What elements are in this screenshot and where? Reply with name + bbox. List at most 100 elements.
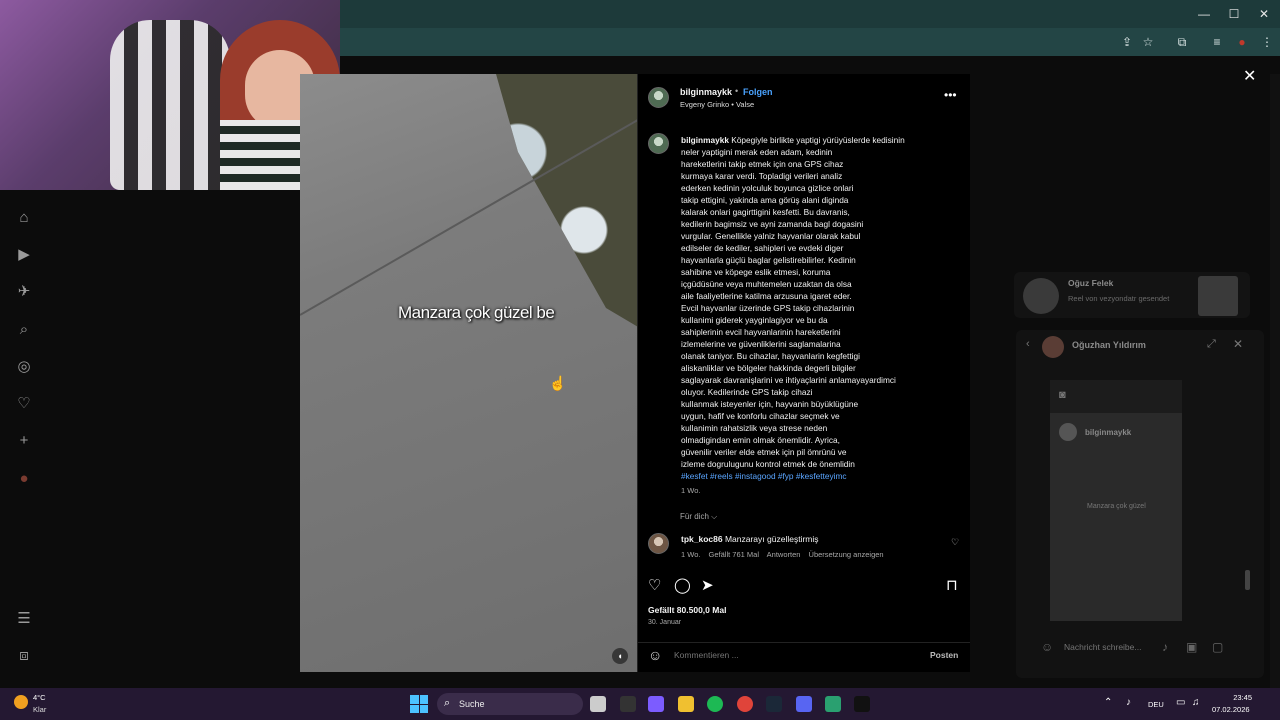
likes-count[interactable]: Gefällt 80.500,0 Mal <box>648 605 726 615</box>
chrome-icon[interactable] <box>737 696 753 712</box>
weather-desc[interactable]: Klar <box>33 705 46 714</box>
mute-icon[interactable]: ◖ <box>612 648 628 664</box>
minimize-button[interactable]: — <box>1196 6 1212 22</box>
weather-temp[interactable]: 4°C <box>33 693 46 702</box>
author-avatar[interactable] <box>648 87 669 108</box>
share-icon[interactable]: ➤ <box>701 576 714 594</box>
comment-reply-button[interactable]: Antworten <box>767 550 801 559</box>
commenter-username[interactable]: tpk_koc86 <box>681 534 723 544</box>
caption-line: hareketlerini takip etmek için ona GPS c… <box>681 159 844 169</box>
comment-icon[interactable]: ◯ <box>674 576 691 594</box>
chat-avatar[interactable] <box>1042 336 1064 358</box>
chat-name[interactable]: Oğuzhan Yıldırım <box>1072 340 1146 350</box>
comment: tpk_koc86 Manzarayı güzelleştirmiş <box>681 534 819 544</box>
comment-text: Manzarayı güzelleştirmiş <box>724 534 819 544</box>
weather-icon[interactable] <box>14 695 28 709</box>
caption-username[interactable]: bilginmaykk <box>681 135 729 145</box>
caption-line: sahibine ve köpege eslik etmesi, koruma <box>681 267 831 277</box>
search-icon: ⌕ <box>444 697 451 709</box>
webcam-overlay <box>0 0 340 190</box>
search-nav-icon[interactable]: ⌕ <box>14 320 34 340</box>
microphone-tray-icon[interactable]: ♪ <box>1126 697 1131 708</box>
image-icon[interactable]: ▣ <box>1186 640 1197 654</box>
language-indicator[interactable]: DEU <box>1148 700 1164 709</box>
author-username[interactable]: bilginmaykk <box>680 87 732 97</box>
menu-icon[interactable]: ⋮ <box>1258 34 1276 50</box>
volume-icon[interactable]: ♫ <box>1192 697 1200 708</box>
comment-like-icon[interactable]: ♡ <box>951 537 959 548</box>
heart-nav-icon[interactable]: ♡ <box>14 394 34 414</box>
notification-thumbnail <box>1198 276 1238 316</box>
install-icon[interactable]: ⇪ <box>1118 34 1136 50</box>
profile-icon[interactable]: ● <box>1233 34 1251 50</box>
profile-avatar-icon[interactable]: ● <box>14 469 34 489</box>
page-scrollbar[interactable] <box>1270 74 1280 688</box>
message-input[interactable] <box>1064 642 1154 652</box>
comment-input[interactable] <box>674 650 874 660</box>
caption-author-avatar[interactable] <box>648 133 669 154</box>
microphone-icon[interactable]: ♪ <box>1162 640 1168 654</box>
caption-line: kullanmak isteyenler için, hayvanin büyü… <box>681 399 859 409</box>
star-icon[interactable]: ☆ <box>1139 34 1157 50</box>
maximize-button[interactable]: ☐ <box>1226 6 1242 22</box>
mouse-cursor-icon: ☝ <box>549 375 567 391</box>
reels-icon[interactable]: ▶ <box>14 245 34 265</box>
discord-icon[interactable] <box>796 696 812 712</box>
caption-age: 1 Wo. <box>681 486 701 495</box>
expand-icon[interactable]: ⤢ <box>1207 338 1216 351</box>
create-icon[interactable]: + <box>14 431 34 451</box>
shared-reel-card[interactable] <box>1050 413 1182 621</box>
caption-line: izlemelerine ve güvenliklerini saglamala… <box>681 339 841 349</box>
file-explorer-icon[interactable] <box>678 696 694 712</box>
chat-scrollbar[interactable] <box>1245 570 1250 590</box>
follow-button[interactable]: Folgen <box>743 87 773 97</box>
explore-icon[interactable]: ◎ <box>14 357 34 377</box>
like-icon[interactable]: ♡ <box>648 576 661 594</box>
extensions-icon[interactable]: ⧉ <box>1173 34 1191 50</box>
network-icon[interactable]: ▭ <box>1176 697 1185 708</box>
search-label: Suche <box>459 699 485 709</box>
clock-date[interactable]: 07.02.2026 <box>1212 705 1250 714</box>
sticker-icon[interactable]: ▢ <box>1212 640 1223 654</box>
media-icon[interactable]: ≡ <box>1208 34 1226 50</box>
clock-time[interactable]: 23:45 <box>1220 693 1252 702</box>
home-icon[interactable]: ⌂ <box>14 208 34 228</box>
caption-line: Evcil hayvanlar üzerinde GPS takip cihaz… <box>681 303 855 313</box>
post-comment-button[interactable]: Posten <box>930 650 958 660</box>
close-icon[interactable]: ✕ <box>1243 66 1256 86</box>
copilot-icon[interactable] <box>648 696 664 712</box>
steam-icon[interactable] <box>766 696 782 712</box>
caption-hashtags[interactable]: #kesfet #reels #instagood #fyp #kesfette… <box>681 470 925 482</box>
app-icon[interactable] <box>620 696 636 712</box>
save-icon[interactable]: ⊓ <box>946 576 958 594</box>
caption-text: Köpegiyle birlikte yaptigi yürüyüslerde … <box>681 135 905 469</box>
tiktok-icon[interactable] <box>854 696 870 712</box>
comment-translate-button[interactable]: Übersetzung anzeigen <box>809 550 884 559</box>
emoji-icon[interactable]: ☺ <box>648 647 662 663</box>
comment-filter-dropdown[interactable]: Für dich ⌵ <box>680 512 717 522</box>
reel-video[interactable] <box>300 74 637 672</box>
messages-icon[interactable]: ✈ <box>14 282 34 302</box>
app2-icon[interactable] <box>825 696 841 712</box>
chat-emoji-icon[interactable]: ☺ <box>1041 640 1053 654</box>
commenter-avatar[interactable] <box>648 533 669 554</box>
caption-line: kedilerin bagimsiz ve ayni zamanda bagl … <box>681 219 864 229</box>
task-view-icon[interactable] <box>590 696 606 712</box>
start-button[interactable] <box>410 695 428 713</box>
video-caption-text: Manzara çok güzel be <box>398 303 555 322</box>
comment-likes[interactable]: Gefällt 761 Mal <box>709 550 759 559</box>
close-window-button[interactable]: ✕ <box>1256 6 1272 22</box>
chat-close-icon[interactable]: ✕ <box>1233 337 1243 351</box>
chevron-up-icon[interactable]: ⌃ <box>1104 697 1112 708</box>
chevron-left-icon[interactable]: ‹ <box>1026 338 1030 350</box>
caption-line: kalarak onlari gagirttigini kesfetti. Bu… <box>681 207 850 217</box>
notification-text: Reel von vezyondatr gesendet <box>1068 294 1170 303</box>
threads-icon[interactable]: ⧈ <box>14 646 34 666</box>
spotify-icon[interactable] <box>707 696 723 712</box>
more-menu-icon[interactable]: ☰ <box>14 609 34 629</box>
more-options-icon[interactable]: ••• <box>944 88 957 102</box>
caption-line: aile faaliyetlerine katilma arzusuna iga… <box>681 291 852 301</box>
audio-label[interactable]: Evgeny Grinko • Valse <box>680 100 754 109</box>
taskbar <box>0 688 1280 720</box>
caption-line: saglayarak davranişlarini ve ihtiyaçlari… <box>681 375 896 385</box>
